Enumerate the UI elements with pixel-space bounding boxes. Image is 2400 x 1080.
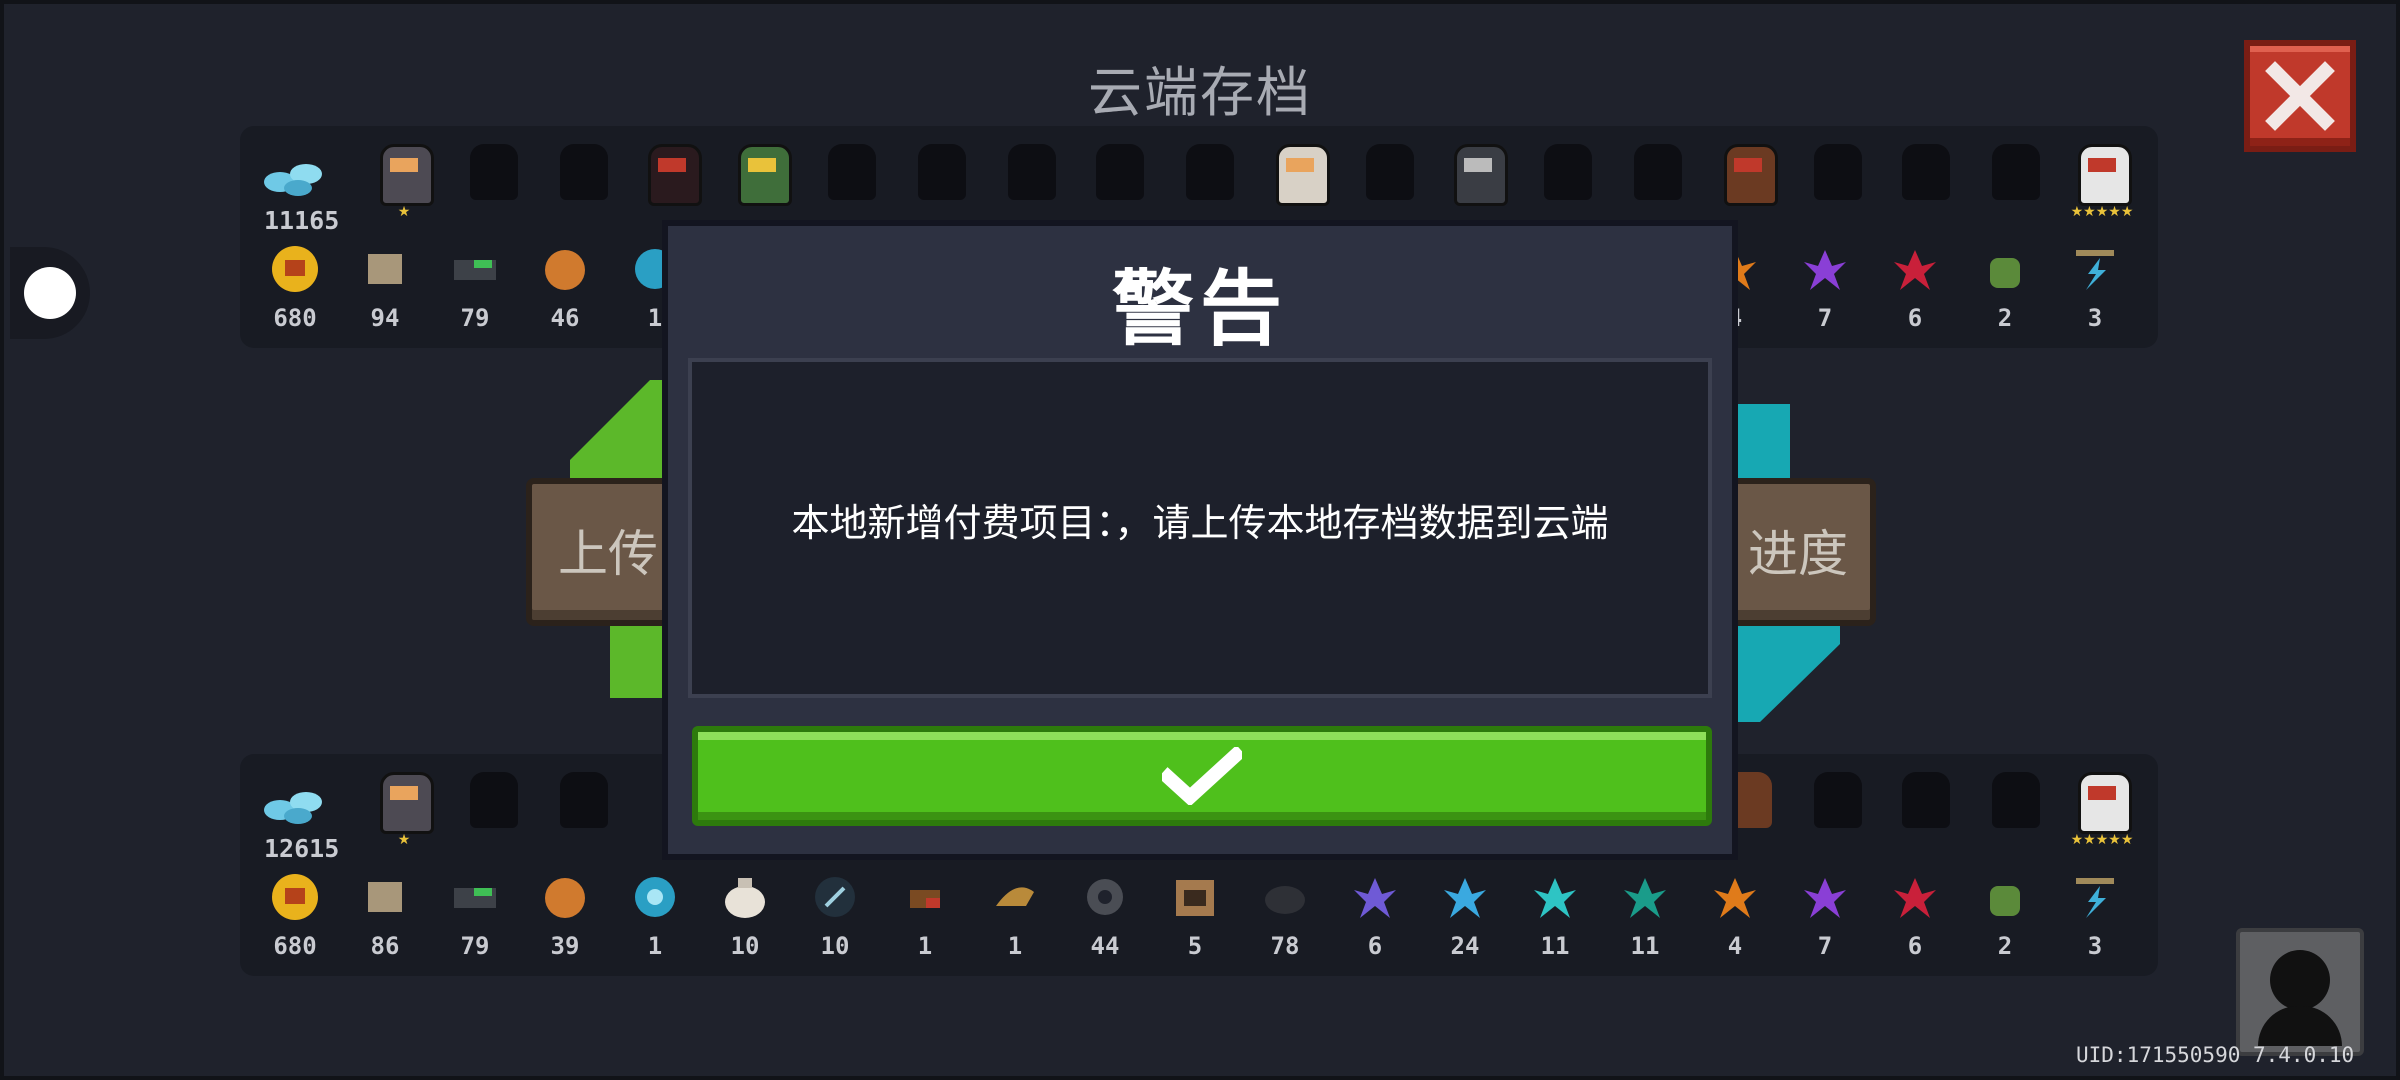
ore-icon [454, 888, 496, 908]
character-locked [1536, 136, 1600, 204]
handle-dot [24, 267, 76, 319]
cyan-crystal-icon [1534, 878, 1576, 918]
cloud-character-row: 11165 ★ ★★★★★ [262, 132, 2142, 235]
plant-icon [1990, 258, 2020, 288]
account-avatar-button[interactable] [2236, 928, 2364, 1056]
gear-icon [1087, 879, 1123, 915]
lightning-icon [2076, 878, 2114, 918]
character-locked [462, 136, 526, 204]
lightning-icon [2076, 250, 2114, 290]
local-item-row: 680 86 79 39 1 10 10 1 1 44 5 78 6 24 11… [262, 866, 2142, 966]
warning-dialog: 警告 本地新增付费项目：，请上传本地存档数据到云端 [662, 220, 1738, 860]
purple-crystal-icon [1804, 878, 1846, 918]
uid-version-label: UID:171550590 7.4.0.10 [2076, 1043, 2355, 1067]
character-locked [1000, 136, 1064, 204]
character-locked [1626, 136, 1690, 204]
gem-icon [264, 792, 322, 824]
feather-orb-icon [815, 877, 855, 917]
confirm-button[interactable] [692, 726, 1712, 826]
character-engineer [730, 136, 794, 206]
purple-crystal-icon [1804, 250, 1846, 290]
orb-icon [635, 877, 675, 917]
character-locked [1178, 136, 1242, 204]
character-locked [1984, 136, 2048, 204]
character-priest [1268, 136, 1332, 206]
coin-icon [272, 246, 318, 292]
character-locked [910, 136, 974, 204]
wood-icon [368, 254, 402, 284]
character-officer [1446, 136, 1510, 206]
character-locked [1984, 764, 2048, 832]
character-locked [1088, 136, 1152, 204]
gem-count: 11165 [264, 206, 340, 235]
upload-label: 上传 [558, 525, 658, 583]
wood-icon [368, 882, 402, 912]
scroll-icon [1176, 880, 1214, 916]
gem-count: 12615 [264, 834, 340, 863]
character-locked [552, 136, 616, 204]
violet-crystal-icon [1354, 878, 1396, 918]
page-title: 云端存档 [1088, 61, 1312, 124]
dialog-body: 本地新增付费项目：，请上传本地存档数据到云端 [688, 358, 1712, 698]
floating-menu-handle[interactable] [10, 247, 90, 339]
character-locked [462, 764, 526, 832]
plant-icon [1990, 886, 2020, 916]
coin-icon [272, 874, 318, 920]
orange-crystal-icon [1714, 878, 1756, 918]
download-button[interactable]: 进度 [1720, 478, 1876, 626]
gem-icon [264, 164, 322, 196]
dialog-message: 本地新增付费项目：，请上传本地存档数据到云端 [791, 501, 1609, 545]
character-knight: ★ [372, 136, 436, 220]
character-locked [1806, 136, 1870, 204]
character-knight: ★ [372, 764, 436, 848]
character-dragon: ★★★★★ [2070, 136, 2134, 220]
checkmark-icon [1162, 747, 1242, 805]
download-label: 进度 [1748, 525, 1848, 583]
character-locked [1894, 764, 1958, 832]
horn-icon [996, 887, 1034, 906]
close-icon [2265, 61, 2335, 131]
blue-crystal-icon [1444, 878, 1486, 918]
upload-button[interactable]: 上传 [526, 478, 676, 626]
character-locked [820, 136, 884, 204]
teal-crystal-icon [1624, 878, 1666, 918]
character-dragon: ★★★★★ [2070, 764, 2134, 848]
sack-icon [725, 878, 765, 918]
avatar-shoulders-icon [2258, 1006, 2342, 1046]
character-locked [1894, 136, 1958, 204]
red-crystal-icon [1894, 878, 1936, 918]
coal-icon [1265, 886, 1305, 914]
copper-icon [545, 878, 585, 918]
ore-icon [454, 260, 496, 280]
character-locked [1806, 764, 1870, 832]
character-cowboy [1716, 136, 1780, 206]
character-assassin [640, 136, 704, 206]
avatar-head-icon [2270, 950, 2330, 1010]
copper-icon [545, 250, 585, 290]
character-locked [552, 764, 616, 832]
dialog-title: 警告 [1111, 262, 1288, 357]
meat-icon [910, 890, 940, 908]
character-locked [1358, 136, 1422, 204]
close-button[interactable] [2244, 40, 2356, 152]
red-crystal-icon [1894, 250, 1936, 290]
